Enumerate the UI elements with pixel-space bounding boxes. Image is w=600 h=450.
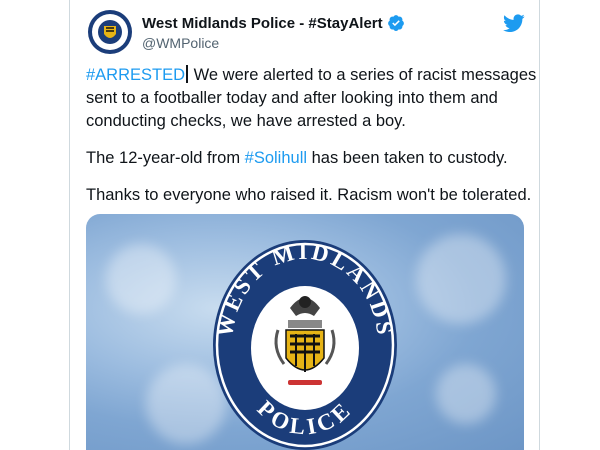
tweet-text-segment: Thanks to everyone who raised it. Racism…	[86, 186, 532, 204]
bokeh-light	[106, 244, 176, 314]
police-badge-logo: WEST MIDLANDS POLICE	[212, 239, 397, 450]
hashtag-link[interactable]: #Solihull	[245, 149, 307, 167]
display-name[interactable]: West Midlands Police - #StayAlert	[142, 15, 383, 32]
tweet-text-segment: has been taken to custody.	[307, 149, 508, 167]
tweet-media-image[interactable]: WEST MIDLANDS POLICE	[86, 214, 524, 450]
tweet-text-segment: The 12-year-old from	[86, 149, 245, 167]
text-cursor	[186, 65, 189, 83]
tweet-paragraph: The 12-year-old from #Solihull has been …	[86, 147, 538, 170]
tweet-body: #ARRESTED We were alerted to a series of…	[86, 64, 538, 221]
bokeh-light	[436, 364, 496, 424]
tweet-paragraph: Thanks to everyone who raised it. Racism…	[86, 184, 538, 207]
twitter-bird-icon[interactable]	[503, 14, 525, 38]
hashtag-link[interactable]: #ARRESTED	[86, 66, 185, 84]
tweet-paragraph: #ARRESTED We were alerted to a series of…	[86, 64, 538, 133]
user-handle[interactable]: @WMPolice	[142, 35, 219, 51]
tweet-card: West Midlands Police - #StayAlert @WMPol…	[69, 0, 540, 450]
profile-avatar[interactable]	[88, 10, 132, 54]
bokeh-light	[416, 234, 506, 324]
verified-badge-icon	[387, 14, 405, 32]
police-crest-icon	[92, 14, 128, 50]
